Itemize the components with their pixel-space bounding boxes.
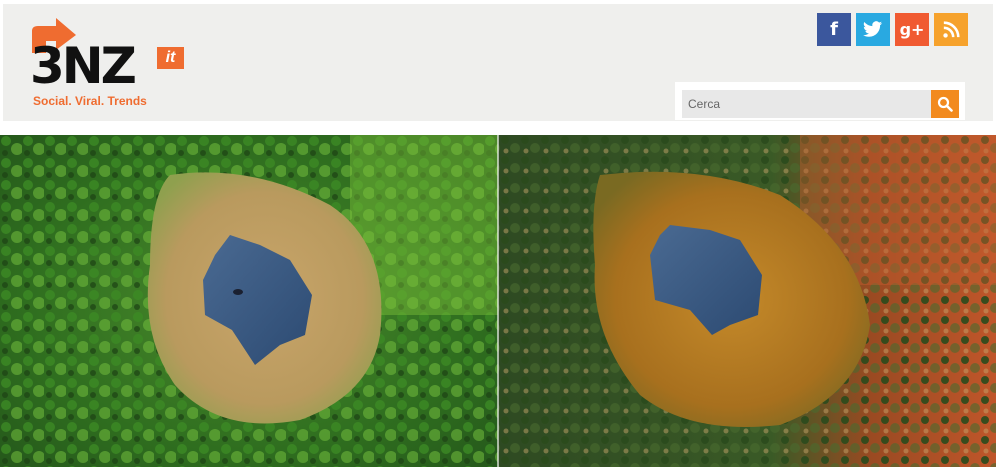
rss-button[interactable] bbox=[934, 13, 968, 46]
search-button[interactable] bbox=[931, 90, 959, 118]
search-icon bbox=[937, 96, 953, 112]
social-buttons: f g+ bbox=[817, 13, 968, 46]
logo-suffix-badge: it bbox=[157, 47, 184, 69]
search-input[interactable] bbox=[682, 90, 931, 118]
search-box bbox=[675, 82, 965, 120]
google-plus-button[interactable]: g+ bbox=[895, 13, 929, 46]
hero-image[interactable] bbox=[0, 135, 996, 467]
logo-wordmark: 3NZ bbox=[30, 37, 137, 95]
logo-tagline: Social. Viral. Trends bbox=[33, 94, 147, 108]
aerial-lakes-image bbox=[0, 135, 996, 467]
google-plus-icon: g+ bbox=[899, 19, 925, 39]
twitter-button[interactable] bbox=[856, 13, 890, 46]
facebook-button[interactable]: f bbox=[817, 13, 851, 46]
facebook-icon: f bbox=[830, 18, 838, 40]
site-logo[interactable]: 3NZ it Social. Viral. Trends bbox=[30, 17, 190, 112]
twitter-bird-icon bbox=[863, 21, 883, 37]
rss-icon bbox=[942, 21, 960, 38]
